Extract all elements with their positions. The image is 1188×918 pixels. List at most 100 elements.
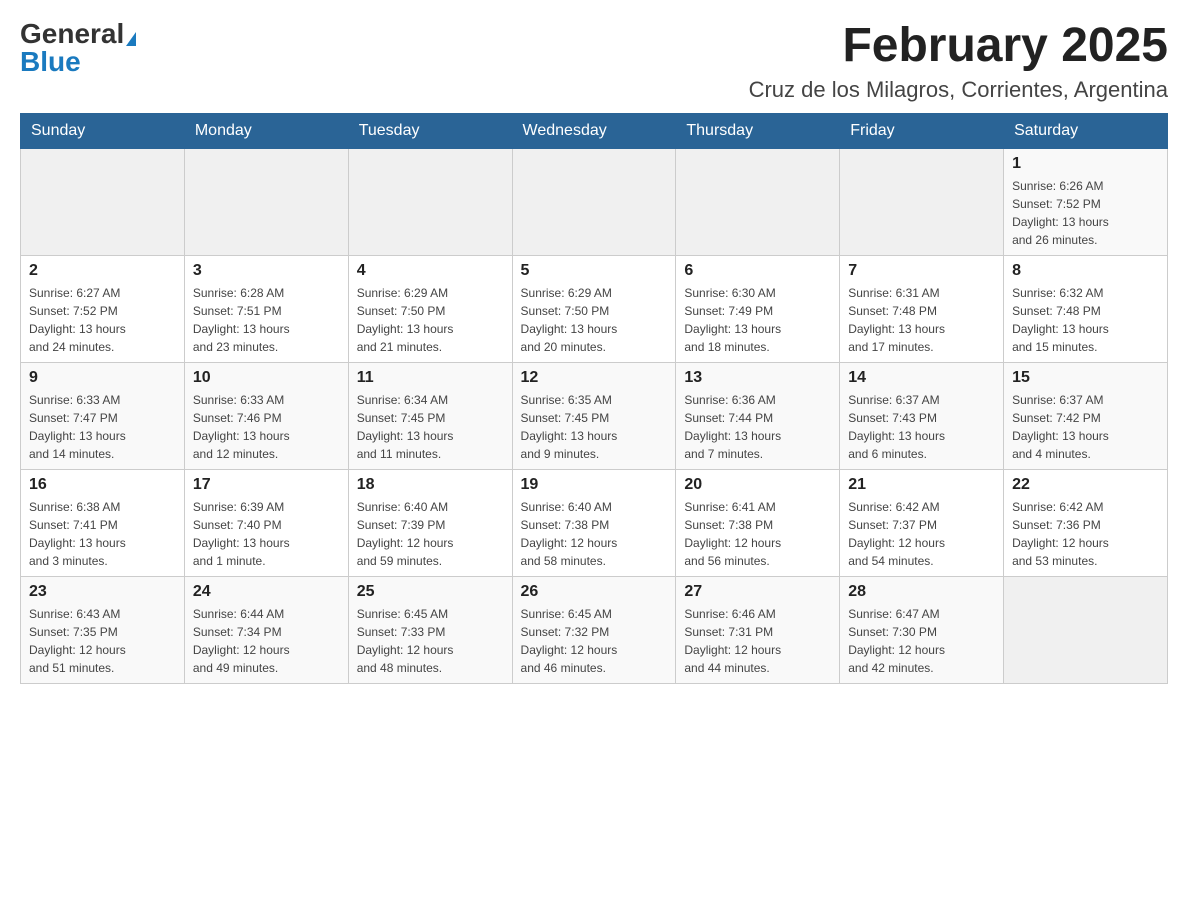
day-info: Sunrise: 6:38 AM Sunset: 7:41 PM Dayligh… bbox=[29, 498, 176, 570]
col-tuesday: Tuesday bbox=[348, 113, 512, 148]
day-info: Sunrise: 6:44 AM Sunset: 7:34 PM Dayligh… bbox=[193, 605, 340, 677]
day-number: 18 bbox=[357, 476, 504, 494]
table-cell: 14 Sunrise: 6:37 AM Sunset: 7:43 PM Dayli… bbox=[840, 362, 1004, 469]
table-cell: 26 Sunrise: 6:45 AM Sunset: 7:32 PM Dayli… bbox=[512, 576, 676, 683]
table-cell: 9 Sunrise: 6:33 AM Sunset: 7:47 PM Daylig… bbox=[21, 362, 185, 469]
table-cell bbox=[840, 148, 1004, 255]
calendar-week-3: 9 Sunrise: 6:33 AM Sunset: 7:47 PM Daylig… bbox=[21, 362, 1168, 469]
day-number: 2 bbox=[29, 262, 176, 280]
day-info: Sunrise: 6:41 AM Sunset: 7:38 PM Dayligh… bbox=[684, 498, 831, 570]
day-info: Sunrise: 6:43 AM Sunset: 7:35 PM Dayligh… bbox=[29, 605, 176, 677]
table-cell bbox=[348, 148, 512, 255]
logo-text: General bbox=[20, 20, 136, 48]
day-number: 7 bbox=[848, 262, 995, 280]
day-info: Sunrise: 6:29 AM Sunset: 7:50 PM Dayligh… bbox=[357, 284, 504, 356]
logo-blue: Blue bbox=[20, 48, 81, 76]
table-cell: 1Sunrise: 6:26 AM Sunset: 7:52 PM Daylig… bbox=[1004, 148, 1168, 255]
day-info: Sunrise: 6:35 AM Sunset: 7:45 PM Dayligh… bbox=[521, 391, 668, 463]
day-info: Sunrise: 6:39 AM Sunset: 7:40 PM Dayligh… bbox=[193, 498, 340, 570]
day-info: Sunrise: 6:29 AM Sunset: 7:50 PM Dayligh… bbox=[521, 284, 668, 356]
day-number: 27 bbox=[684, 583, 831, 601]
day-number: 14 bbox=[848, 369, 995, 387]
day-number: 6 bbox=[684, 262, 831, 280]
day-info: Sunrise: 6:40 AM Sunset: 7:38 PM Dayligh… bbox=[521, 498, 668, 570]
day-info: Sunrise: 6:45 AM Sunset: 7:33 PM Dayligh… bbox=[357, 605, 504, 677]
calendar-header-row: Sunday Monday Tuesday Wednesday Thursday… bbox=[21, 113, 1168, 148]
day-number: 15 bbox=[1012, 369, 1159, 387]
table-cell: 4 Sunrise: 6:29 AM Sunset: 7:50 PM Daylig… bbox=[348, 255, 512, 362]
table-cell bbox=[512, 148, 676, 255]
calendar-week-4: 16 Sunrise: 6:38 AM Sunset: 7:41 PM Dayli… bbox=[21, 469, 1168, 576]
day-info: Sunrise: 6:26 AM Sunset: 7:52 PM Dayligh… bbox=[1012, 177, 1159, 249]
day-number: 10 bbox=[193, 369, 340, 387]
table-cell: 25 Sunrise: 6:45 AM Sunset: 7:33 PM Dayli… bbox=[348, 576, 512, 683]
table-cell: 8Sunrise: 6:32 AM Sunset: 7:48 PM Daylig… bbox=[1004, 255, 1168, 362]
day-info: Sunrise: 6:36 AM Sunset: 7:44 PM Dayligh… bbox=[684, 391, 831, 463]
calendar-table: Sunday Monday Tuesday Wednesday Thursday… bbox=[20, 113, 1168, 684]
day-number: 13 bbox=[684, 369, 831, 387]
page-header: General Blue February 2025 Cruz de los M… bbox=[20, 20, 1168, 103]
calendar-week-1: 1Sunrise: 6:26 AM Sunset: 7:52 PM Daylig… bbox=[21, 148, 1168, 255]
logo-triangle-icon bbox=[126, 32, 136, 46]
day-info: Sunrise: 6:30 AM Sunset: 7:49 PM Dayligh… bbox=[684, 284, 831, 356]
day-number: 28 bbox=[848, 583, 995, 601]
table-cell bbox=[676, 148, 840, 255]
table-cell: 24 Sunrise: 6:44 AM Sunset: 7:34 PM Dayli… bbox=[184, 576, 348, 683]
table-cell: 12Sunrise: 6:35 AM Sunset: 7:45 PM Dayli… bbox=[512, 362, 676, 469]
day-number: 5 bbox=[521, 262, 668, 280]
day-info: Sunrise: 6:32 AM Sunset: 7:48 PM Dayligh… bbox=[1012, 284, 1159, 356]
col-monday: Monday bbox=[184, 113, 348, 148]
day-number: 23 bbox=[29, 583, 176, 601]
table-cell: 18Sunrise: 6:40 AM Sunset: 7:39 PM Dayli… bbox=[348, 469, 512, 576]
table-cell bbox=[184, 148, 348, 255]
col-saturday: Saturday bbox=[1004, 113, 1168, 148]
day-info: Sunrise: 6:37 AM Sunset: 7:42 PM Dayligh… bbox=[1012, 391, 1159, 463]
table-cell bbox=[1004, 576, 1168, 683]
day-info: Sunrise: 6:31 AM Sunset: 7:48 PM Dayligh… bbox=[848, 284, 995, 356]
calendar-week-2: 2Sunrise: 6:27 AM Sunset: 7:52 PM Daylig… bbox=[21, 255, 1168, 362]
day-info: Sunrise: 6:33 AM Sunset: 7:47 PM Dayligh… bbox=[29, 391, 176, 463]
day-number: 9 bbox=[29, 369, 176, 387]
table-cell: 27 Sunrise: 6:46 AM Sunset: 7:31 PM Dayli… bbox=[676, 576, 840, 683]
day-info: Sunrise: 6:28 AM Sunset: 7:51 PM Dayligh… bbox=[193, 284, 340, 356]
day-number: 19 bbox=[521, 476, 668, 494]
day-number: 25 bbox=[357, 583, 504, 601]
day-info: Sunrise: 6:42 AM Sunset: 7:36 PM Dayligh… bbox=[1012, 498, 1159, 570]
day-info: Sunrise: 6:42 AM Sunset: 7:37 PM Dayligh… bbox=[848, 498, 995, 570]
day-number: 17 bbox=[193, 476, 340, 494]
table-cell: 11Sunrise: 6:34 AM Sunset: 7:45 PM Dayli… bbox=[348, 362, 512, 469]
day-info: Sunrise: 6:46 AM Sunset: 7:31 PM Dayligh… bbox=[684, 605, 831, 677]
day-number: 11 bbox=[357, 369, 504, 387]
table-cell: 13 Sunrise: 6:36 AM Sunset: 7:44 PM Dayli… bbox=[676, 362, 840, 469]
day-number: 20 bbox=[684, 476, 831, 494]
table-cell: 21 Sunrise: 6:42 AM Sunset: 7:37 PM Dayli… bbox=[840, 469, 1004, 576]
table-cell: 23 Sunrise: 6:43 AM Sunset: 7:35 PM Dayli… bbox=[21, 576, 185, 683]
day-number: 4 bbox=[357, 262, 504, 280]
table-cell: 20 Sunrise: 6:41 AM Sunset: 7:38 PM Dayli… bbox=[676, 469, 840, 576]
col-friday: Friday bbox=[840, 113, 1004, 148]
calendar-week-5: 23 Sunrise: 6:43 AM Sunset: 7:35 PM Dayli… bbox=[21, 576, 1168, 683]
day-number: 26 bbox=[521, 583, 668, 601]
table-cell: 28 Sunrise: 6:47 AM Sunset: 7:30 PM Dayli… bbox=[840, 576, 1004, 683]
logo: General Blue bbox=[20, 20, 136, 76]
day-info: Sunrise: 6:33 AM Sunset: 7:46 PM Dayligh… bbox=[193, 391, 340, 463]
day-info: Sunrise: 6:37 AM Sunset: 7:43 PM Dayligh… bbox=[848, 391, 995, 463]
table-cell: 7 Sunrise: 6:31 AM Sunset: 7:48 PM Daylig… bbox=[840, 255, 1004, 362]
table-cell: 17 Sunrise: 6:39 AM Sunset: 7:40 PM Dayli… bbox=[184, 469, 348, 576]
title-block: February 2025 Cruz de los Milagros, Corr… bbox=[749, 20, 1168, 103]
location-subtitle: Cruz de los Milagros, Corrientes, Argent… bbox=[749, 77, 1168, 103]
table-cell: 5 Sunrise: 6:29 AM Sunset: 7:50 PM Daylig… bbox=[512, 255, 676, 362]
table-cell bbox=[21, 148, 185, 255]
logo-general: General bbox=[20, 18, 124, 49]
table-cell: 16 Sunrise: 6:38 AM Sunset: 7:41 PM Dayli… bbox=[21, 469, 185, 576]
day-number: 16 bbox=[29, 476, 176, 494]
day-number: 24 bbox=[193, 583, 340, 601]
day-info: Sunrise: 6:45 AM Sunset: 7:32 PM Dayligh… bbox=[521, 605, 668, 677]
day-info: Sunrise: 6:47 AM Sunset: 7:30 PM Dayligh… bbox=[848, 605, 995, 677]
day-number: 21 bbox=[848, 476, 995, 494]
table-cell: 3Sunrise: 6:28 AM Sunset: 7:51 PM Daylig… bbox=[184, 255, 348, 362]
table-cell: 6 Sunrise: 6:30 AM Sunset: 7:49 PM Daylig… bbox=[676, 255, 840, 362]
table-cell: 22Sunrise: 6:42 AM Sunset: 7:36 PM Dayli… bbox=[1004, 469, 1168, 576]
table-cell: 10 Sunrise: 6:33 AM Sunset: 7:46 PM Dayli… bbox=[184, 362, 348, 469]
table-cell: 2Sunrise: 6:27 AM Sunset: 7:52 PM Daylig… bbox=[21, 255, 185, 362]
